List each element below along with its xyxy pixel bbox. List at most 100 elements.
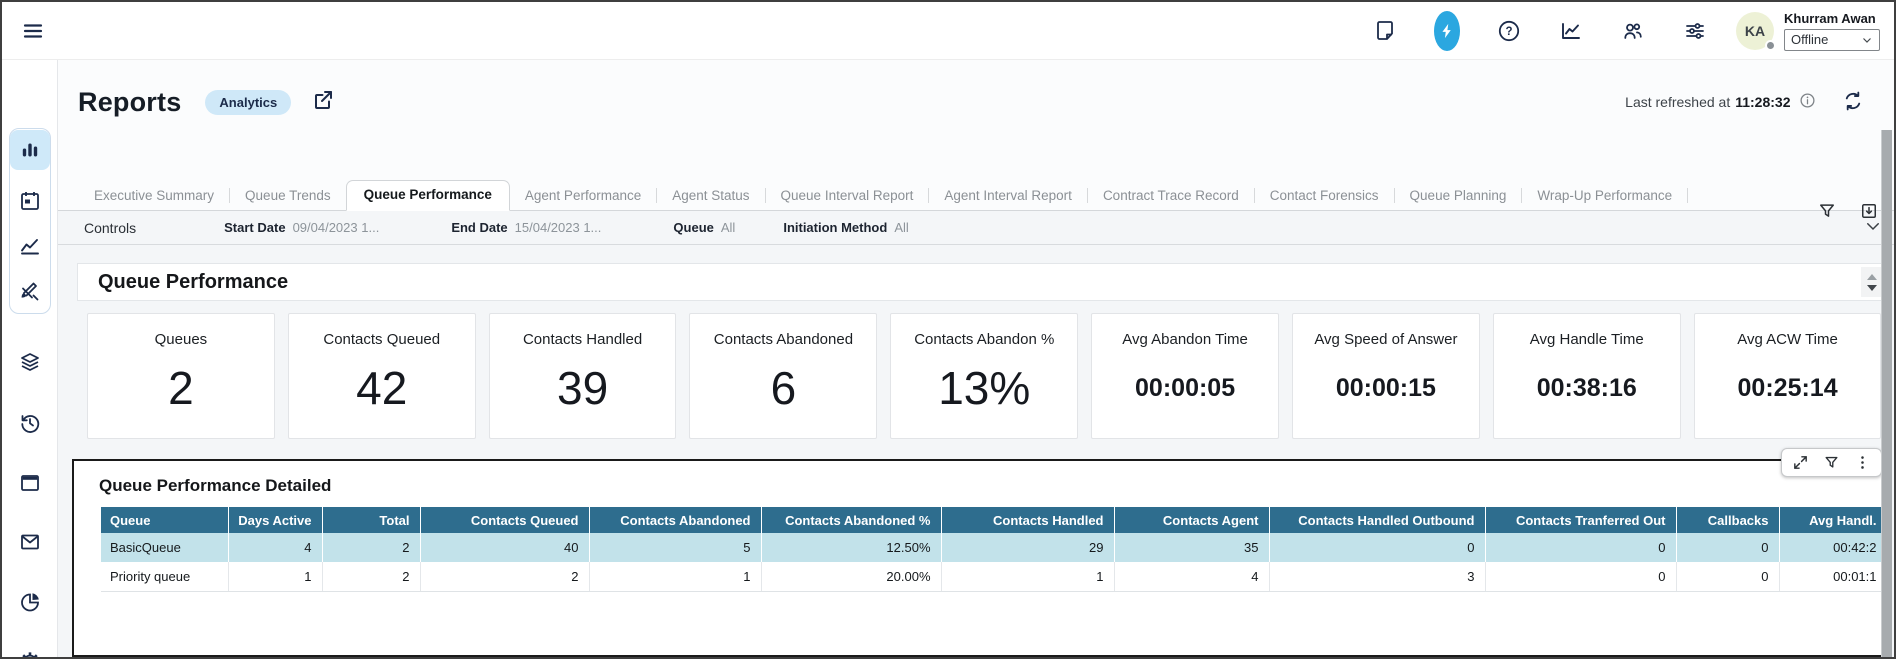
window-icon <box>18 471 42 495</box>
table-header-row: Queue Days Active Total Contacts Queued … <box>101 507 1887 533</box>
kpi-card-queues: Queues 2 <box>87 313 275 439</box>
tab-queue-interval-report[interactable]: Queue Interval Report <box>766 183 929 210</box>
user-name: Khurram Awan <box>1784 11 1876 26</box>
settings-icon <box>18 650 42 659</box>
section-scroll-spinner[interactable] <box>1861 267 1883 297</box>
tab-agent-performance[interactable]: Agent Performance <box>510 183 656 210</box>
filter-end-date[interactable]: End Date 15/04/2023 1... <box>451 220 601 235</box>
line-chart-icon <box>18 234 42 258</box>
detail-panel-toolbar <box>1781 448 1882 477</box>
table-row[interactable]: BasicQueue 4 2 40 5 12.50% 29 35 0 0 <box>101 533 1887 562</box>
sidebar-item-layers[interactable] <box>10 342 50 382</box>
col-contacts-agent: Contacts Agent <box>1114 507 1269 533</box>
users-icon[interactable] <box>1620 18 1646 44</box>
user-block: Khurram Awan Offline <box>1784 11 1880 51</box>
vertical-scrollbar[interactable] <box>1881 130 1892 659</box>
controls-title[interactable]: Controls <box>84 220 136 236</box>
tab-contact-forensics[interactable]: Contact Forensics <box>1255 183 1394 210</box>
avatar[interactable]: KA <box>1736 12 1774 50</box>
section-header: Queue Performance <box>77 263 1890 301</box>
pie-chart-icon <box>18 590 42 614</box>
sidebar-item-settings[interactable] <box>10 642 50 659</box>
filter-initiation-method[interactable]: Initiation Method All <box>783 220 908 235</box>
col-callbacks: Callbacks <box>1676 507 1779 533</box>
info-icon[interactable] <box>1799 92 1816 112</box>
kpi-card-avg-speed-of-answer: Avg Speed of Answer 00:00:15 <box>1292 313 1480 439</box>
col-contacts-tranferred-out: Contacts Tranferred Out <box>1485 507 1676 533</box>
download-icon[interactable] <box>1858 200 1880 222</box>
page-header: Reports Analytics Last refreshed at 11:2… <box>58 60 1896 144</box>
col-contacts-abandoned: Contacts Abandoned <box>589 507 761 533</box>
status-select[interactable]: Offline <box>1784 29 1880 51</box>
sidebar-item-calendar[interactable] <box>10 181 50 221</box>
flash-icon-circle <box>1434 11 1460 51</box>
kebab-menu-icon[interactable] <box>1854 454 1871 471</box>
analytics-badge: Analytics <box>205 90 291 115</box>
calendar-icon <box>18 189 42 213</box>
sidebar <box>2 60 58 659</box>
tab-contract-trace-record[interactable]: Contract Trace Record <box>1088 183 1254 210</box>
table-row[interactable]: Priority queue 1 2 2 1 20.00% 1 4 3 0 <box>101 562 1887 591</box>
metrics-icon[interactable] <box>1558 18 1584 44</box>
queue-performance-table: Queue Days Active Total Contacts Queued … <box>101 507 1888 592</box>
expand-icon[interactable] <box>1792 454 1809 471</box>
flash-icon[interactable] <box>1434 18 1460 44</box>
detail-table-wrap: Queue Days Active Total Contacts Queued … <box>101 507 1888 592</box>
kpi-card-avg-abandon-time: Avg Abandon Time 00:00:05 <box>1091 313 1279 439</box>
external-link-icon[interactable] <box>311 88 335 117</box>
col-contacts-handled: Contacts Handled <box>941 507 1114 533</box>
kpi-card-contacts-abandoned: Contacts Abandoned 6 <box>689 313 877 439</box>
col-contacts-handled-outbound: Contacts Handled Outbound <box>1269 507 1485 533</box>
scroll-down-icon <box>1867 285 1877 291</box>
tab-queue-planning[interactable]: Queue Planning <box>1395 183 1522 210</box>
help-icon[interactable]: ? <box>1496 18 1522 44</box>
tab-queue-trends[interactable]: Queue Trends <box>230 183 346 210</box>
sidebar-item-window[interactable] <box>10 463 50 503</box>
detail-panel: Queue Performance Detailed Queue <box>72 459 1890 657</box>
sidebar-item-analytics[interactable] <box>10 130 50 170</box>
col-avg-handle: Avg Handl. <box>1779 507 1887 533</box>
last-refreshed-label: Last refreshed at <box>1625 94 1730 110</box>
filter-icon[interactable] <box>1816 200 1838 222</box>
layers-icon <box>18 350 42 374</box>
kpi-cards: Queues 2 Contacts Queued 42 Contacts Han… <box>87 313 1882 439</box>
tab-executive-summary[interactable]: Executive Summary <box>79 183 229 210</box>
svg-text:?: ? <box>1505 26 1512 38</box>
sidebar-item-mail[interactable] <box>10 522 50 562</box>
tab-agent-status[interactable]: Agent Status <box>657 183 764 210</box>
report-content: Controls Start Date 09/04/2023 1... End … <box>58 211 1896 659</box>
detail-title: Queue Performance Detailed <box>99 476 1888 496</box>
sliders-icon[interactable] <box>1682 18 1708 44</box>
mail-icon <box>18 530 42 554</box>
refresh-icon[interactable] <box>1842 90 1864 115</box>
bar-chart-icon <box>18 138 42 162</box>
status-select-value: Offline <box>1791 32 1828 47</box>
last-refreshed-time: 11:28:32 <box>1735 94 1790 110</box>
col-total: Total <box>322 507 420 533</box>
filter-queue[interactable]: Queue All <box>673 220 735 235</box>
controls-row: Controls Start Date 09/04/2023 1... End … <box>58 211 1896 245</box>
hamburger-menu-icon[interactable] <box>20 18 46 44</box>
main-area: Reports Analytics Last refreshed at 11:2… <box>58 60 1896 659</box>
filter-start-date[interactable]: Start Date 09/04/2023 1... <box>224 220 379 235</box>
kpi-card-contacts-handled: Contacts Handled 39 <box>489 313 677 439</box>
table-filter-icon[interactable] <box>1823 454 1840 471</box>
tab-agent-interval-report[interactable]: Agent Interval Report <box>929 183 1087 210</box>
page-title: Reports <box>78 87 181 118</box>
kpi-card-contacts-queued: Contacts Queued 42 <box>288 313 476 439</box>
tab-queue-performance[interactable]: Queue Performance <box>346 180 510 211</box>
topbar: ? KA Khurram Awan Offline <box>2 2 1894 60</box>
tab-divider <box>1687 188 1688 203</box>
scroll-up-icon <box>1867 274 1877 280</box>
chevron-down-icon <box>1861 34 1873 46</box>
sidebar-item-design[interactable] <box>10 272 50 312</box>
kpi-card-avg-handle-time: Avg Handle Time 00:38:16 <box>1493 313 1681 439</box>
topbar-icons: ? <box>1372 18 1708 44</box>
tab-wrap-up-performance[interactable]: Wrap-Up Performance <box>1522 183 1687 210</box>
sidebar-item-history[interactable] <box>10 403 50 443</box>
notes-icon[interactable] <box>1372 18 1398 44</box>
kpi-card-contacts-abandon-pct: Contacts Abandon % 13% <box>890 313 1078 439</box>
sidebar-item-trends[interactable] <box>10 226 50 266</box>
sidebar-item-pie[interactable] <box>10 582 50 622</box>
app-window: ? KA Khurram Awan Offline <box>0 0 1896 659</box>
